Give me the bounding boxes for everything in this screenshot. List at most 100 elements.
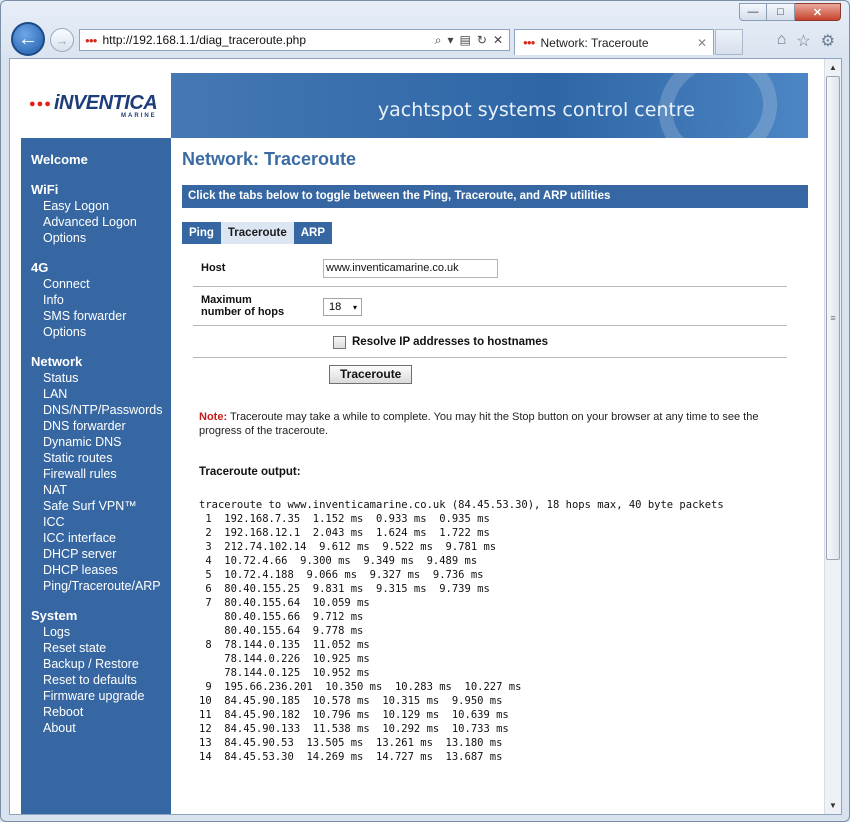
forward-arrow-icon: → bbox=[55, 32, 69, 48]
hops-value: 18 bbox=[329, 301, 342, 313]
traceroute-button[interactable]: Traceroute bbox=[329, 365, 413, 384]
sidebar-heading-system: System bbox=[31, 608, 78, 623]
close-window-button[interactable]: ✕ bbox=[795, 3, 841, 21]
sidebar-item-welcome[interactable]: Welcome bbox=[21, 152, 171, 168]
back-button[interactable]: ← bbox=[11, 22, 45, 56]
sidebar-section-system: System Logs Reset state Backup / Restore… bbox=[21, 608, 171, 736]
site-favicon-icon: ●●● bbox=[85, 35, 97, 45]
favorites-star-icon[interactable]: ☆ bbox=[796, 31, 810, 51]
browser-tab[interactable]: ●●● Network: Traceroute ✕ bbox=[514, 29, 714, 55]
banner-title: yachtspot systems control centre bbox=[377, 99, 695, 121]
hops-label-line-1: Maximum bbox=[201, 294, 252, 306]
sidebar-item-wifi-options[interactable]: Options bbox=[21, 230, 171, 246]
vertical-scrollbar[interactable]: ▲ ≡ ▼ bbox=[824, 59, 841, 814]
address-bar[interactable]: ●●● http://192.168.1.1/diag_traceroute.p… bbox=[79, 29, 510, 51]
note-text: Note: Traceroute may take a while to com… bbox=[199, 410, 779, 438]
sidebar-section-wifi: WiFi Easy Logon Advanced Logon Options bbox=[21, 182, 171, 246]
sidebar-item-dns-ntp-passwords[interactable]: DNS/NTP/Passwords bbox=[21, 402, 171, 418]
hops-label: Maximum number of hops bbox=[193, 294, 323, 318]
sidebar-item-ping-traceroute-arp[interactable]: Ping/Traceroute/ARP bbox=[21, 578, 171, 594]
sidebar-item-safe-surf-vpn[interactable]: Safe Surf VPN™ bbox=[21, 498, 171, 514]
back-arrow-icon: ← bbox=[18, 27, 38, 50]
home-icon[interactable]: ⌂ bbox=[777, 31, 787, 51]
chevron-down-icon: ▾ bbox=[352, 302, 357, 312]
settings-gear-icon[interactable]: ⚙ bbox=[821, 31, 835, 51]
page-title: Network: Traceroute bbox=[182, 149, 357, 169]
sidebar-item-reset-to-defaults[interactable]: Reset to defaults bbox=[21, 672, 171, 688]
sidebar-item-nat[interactable]: NAT bbox=[21, 482, 171, 498]
browser-window: — □ ✕ ← → ●●● http://192.168.1.1/diag_tr… bbox=[0, 0, 850, 822]
sidebar-item-4g-options[interactable]: Options bbox=[21, 324, 171, 340]
tab-close-icon[interactable]: ✕ bbox=[697, 36, 707, 50]
tab-ping[interactable]: Ping bbox=[182, 222, 221, 244]
page-header: ●●● iNVENTICA MARINE yachtspot systems c… bbox=[21, 73, 808, 138]
sidebar-item-advanced-logon[interactable]: Advanced Logon bbox=[21, 214, 171, 230]
logo-line: ●●● iNVENTICA bbox=[29, 92, 171, 115]
sidebar-item-dns-forwarder[interactable]: DNS forwarder bbox=[21, 418, 171, 434]
resolve-hostnames-checkbox[interactable] bbox=[333, 336, 346, 349]
scroll-down-arrow-icon[interactable]: ▼ bbox=[825, 797, 841, 814]
sidebar-item-reboot[interactable]: Reboot bbox=[21, 704, 171, 720]
info-bar: Click the tabs below to toggle between t… bbox=[182, 185, 808, 208]
logo-name: iNVENTICA bbox=[53, 92, 158, 114]
resolve-row: Resolve IP addresses to hostnames bbox=[193, 326, 787, 358]
sidebar-nav: Welcome WiFi Easy Logon Advanced Logon O… bbox=[21, 138, 171, 814]
sidebar-section-4g: 4G Connect Info SMS forwarder Options bbox=[21, 260, 171, 340]
scroll-thumb[interactable]: ≡ bbox=[826, 76, 840, 560]
hops-select[interactable]: 18 ▾ bbox=[323, 298, 362, 316]
resolve-hostnames-label[interactable]: Resolve IP addresses to hostnames bbox=[352, 336, 548, 348]
grip-icon: ≡ bbox=[830, 313, 836, 323]
sidebar-item-icc[interactable]: ICC bbox=[21, 514, 171, 530]
sidebar-item-reset-state[interactable]: Reset state bbox=[21, 640, 171, 656]
sidebar-item-dhcp-leases[interactable]: DHCP leases bbox=[21, 562, 171, 578]
stop-icon[interactable]: ✕ bbox=[493, 33, 503, 48]
tab-traceroute[interactable]: Traceroute bbox=[220, 222, 294, 244]
sidebar-item-dynamic-dns[interactable]: Dynamic DNS bbox=[21, 434, 171, 450]
browser-toolbar: ⌂ ☆ ⚙ bbox=[777, 31, 835, 51]
sidebar-item-sms-forwarder[interactable]: SMS forwarder bbox=[21, 308, 171, 324]
inventica-logo[interactable]: ●●● iNVENTICA MARINE bbox=[21, 73, 171, 138]
sidebar-item-firewall-rules[interactable]: Firewall rules bbox=[21, 466, 171, 482]
sidebar-heading-4g: 4G bbox=[31, 260, 49, 275]
sidebar-item-firmware-upgrade[interactable]: Firmware upgrade bbox=[21, 688, 171, 704]
sidebar-item-dhcp-server[interactable]: DHCP server bbox=[21, 546, 171, 562]
output-title: Traceroute output: bbox=[199, 466, 301, 478]
address-url[interactable]: http://192.168.1.1/diag_traceroute.php bbox=[103, 33, 435, 47]
sidebar-item-easy-logon[interactable]: Easy Logon bbox=[21, 198, 171, 214]
tab-favicon-icon: ●●● bbox=[523, 38, 535, 47]
new-tab-button[interactable] bbox=[715, 29, 743, 55]
hops-label-line-2: number of hops bbox=[201, 306, 285, 318]
forward-button[interactable]: → bbox=[50, 28, 74, 52]
sidebar-item-connect[interactable]: Connect bbox=[21, 276, 171, 292]
scroll-up-arrow-icon[interactable]: ▲ bbox=[825, 59, 841, 76]
host-label: Host bbox=[201, 262, 226, 274]
sidebar-section-network: Network Status LAN DNS/NTP/Passwords DNS… bbox=[21, 354, 171, 594]
sidebar-heading-network: Network bbox=[31, 354, 83, 369]
minimize-button[interactable]: — bbox=[739, 3, 767, 21]
host-input[interactable]: www.inventicamarine.co.uk bbox=[323, 259, 498, 278]
sidebar-item-status[interactable]: Status bbox=[21, 370, 171, 386]
tab-arp[interactable]: ARP bbox=[293, 222, 333, 244]
maximize-button[interactable]: □ bbox=[767, 3, 795, 21]
host-row: Host www.inventicamarine.co.uk bbox=[193, 254, 787, 287]
traceroute-form: Host www.inventicamarine.co.uk Maximum n… bbox=[193, 254, 787, 384]
sidebar-item-logs[interactable]: Logs bbox=[21, 624, 171, 640]
window-controls: — □ ✕ bbox=[739, 3, 841, 21]
sidebar-item-backup-restore[interactable]: Backup / Restore bbox=[21, 656, 171, 672]
refresh-icon[interactable]: ↻ bbox=[477, 33, 487, 48]
header-banner: yachtspot systems control centre bbox=[171, 73, 808, 138]
sidebar-item-icc-interface[interactable]: ICC interface bbox=[21, 530, 171, 546]
search-icon[interactable]: ⌕ bbox=[435, 33, 442, 48]
page-viewport: ▲ ≡ ▼ ●●● iNVENTICA MARINE yachtspot sys… bbox=[9, 58, 842, 815]
dropdown-icon[interactable]: ▾ bbox=[448, 33, 454, 48]
compatibility-view-icon[interactable]: ▤ bbox=[460, 33, 471, 48]
sidebar-item-about[interactable]: About bbox=[21, 720, 171, 736]
sidebar-item-static-routes[interactable]: Static routes bbox=[21, 450, 171, 466]
hops-row: Maximum number of hops 18 ▾ bbox=[193, 287, 787, 326]
traceroute-output: traceroute to www.inventicamarine.co.uk … bbox=[199, 499, 724, 763]
sidebar-item-info[interactable]: Info bbox=[21, 292, 171, 308]
utility-tabs: Ping Traceroute ARP bbox=[182, 222, 808, 244]
web-page: ●●● iNVENTICA MARINE yachtspot systems c… bbox=[21, 73, 808, 814]
sidebar-item-lan[interactable]: LAN bbox=[21, 386, 171, 402]
tab-title: Network: Traceroute bbox=[540, 35, 649, 50]
